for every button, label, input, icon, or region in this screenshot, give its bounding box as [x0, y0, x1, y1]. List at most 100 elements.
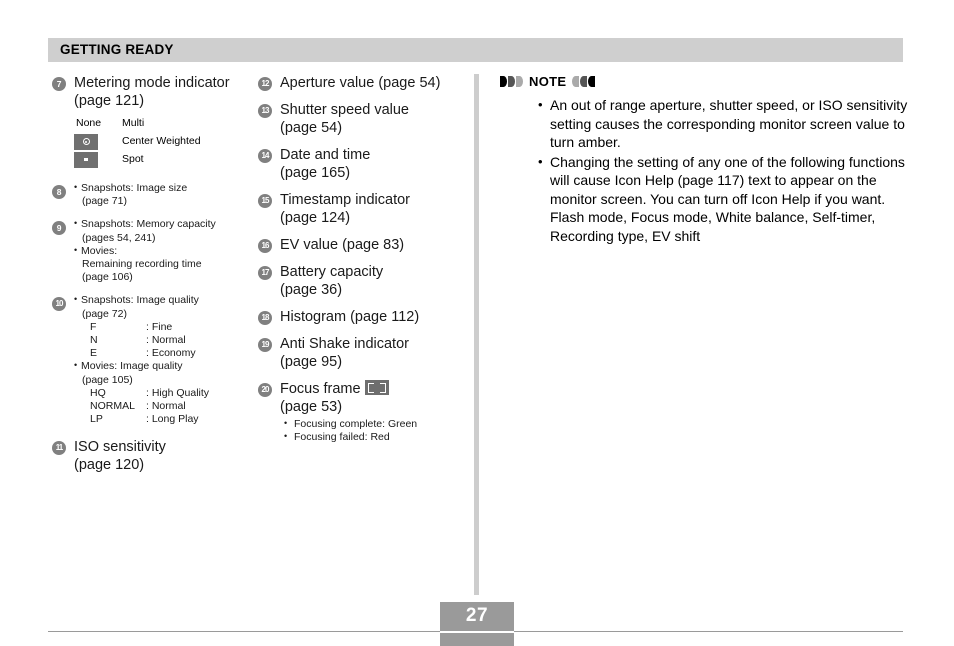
note-body: An out of range aperture, shutter speed,…: [500, 96, 908, 245]
note-panel: NOTE An out of range aperture, shutter s…: [500, 74, 908, 246]
list-item-10: 10 Snapshots: Image quality (page 72) F:…: [52, 293, 257, 426]
list-item-12: 12 Aperture value (page 54): [258, 74, 458, 92]
item-number-badge: 20: [258, 383, 272, 397]
section-header-bar: GETTING READY: [48, 38, 903, 62]
page-reference: (page 165): [280, 165, 351, 181]
page-reference: (page 121): [74, 93, 145, 109]
item-body: Snapshots: Image quality (page 72) F : Fi…: [74, 293, 257, 426]
page-reference: (page 54): [280, 120, 343, 136]
item-body: Snapshots: Memory capacity (pages 54, 24…: [74, 217, 257, 284]
quality-code: NORMAL: [90, 400, 135, 413]
page-reference: (page 36): [280, 282, 343, 298]
quality-code-row: E : Economy: [74, 347, 257, 360]
page-reference: (page 72): [82, 307, 127, 320]
quality-code-row: HQ : High Quality: [74, 387, 257, 400]
note-right-decoration-icon: [572, 76, 596, 87]
bullet-line: Focusing failed: Red: [284, 430, 458, 444]
quality-code: E: [90, 347, 98, 360]
quality-code-row: LP : Long Play: [74, 413, 257, 426]
focus-frame-icon: [364, 380, 389, 395]
item-number-badge: 7: [52, 77, 66, 91]
quality-code-row: NORMAL : Normal: [74, 400, 257, 413]
quality-code: N: [90, 334, 98, 347]
page-reference: (page 124): [280, 210, 351, 226]
item-title: Metering mode indicator (page 121): [74, 75, 230, 109]
metering-mode-table: None Multi Center Weighted Spot: [74, 115, 257, 168]
item-title: EV value (page 83): [280, 237, 405, 253]
item-title: Battery capacity (page 36): [280, 264, 384, 298]
quality-code: HQ: [90, 386, 106, 399]
list-item-16: 16 EV value (page 83): [258, 236, 458, 254]
item-number-badge: 13: [258, 104, 272, 118]
item-number-badge: 11: [52, 441, 66, 456]
item-title: Date and time (page 165): [280, 147, 371, 181]
list-item-17: 17 Battery capacity (page 36): [258, 263, 458, 299]
metering-key-label: None: [76, 117, 102, 129]
note-left-decoration-icon: [500, 76, 523, 87]
item-title: Focus frame (page 53): [280, 380, 458, 416]
item-title: ISO sensitivity (page 120): [74, 439, 166, 474]
bullet-line: Snapshots: Image size: [74, 181, 257, 195]
quality-code-row: F : Fine: [74, 321, 257, 334]
item-number-badge: 15: [258, 194, 272, 208]
item-number-badge: 8: [52, 185, 66, 199]
quality-desc: : Economy: [146, 347, 196, 360]
quality-code: LP: [90, 413, 103, 426]
quality-desc: : Normal: [146, 400, 186, 413]
bullet-line: Snapshots: Image quality: [74, 293, 257, 307]
item-title: Shutter speed value (page 54): [280, 102, 409, 136]
quality-code: F: [90, 320, 97, 333]
page-reference: (pages 54, 241): [82, 231, 156, 244]
left-column: 7 Metering mode indicator (page 121) Non…: [52, 74, 257, 483]
page-reference: (page 95): [280, 354, 343, 370]
item-title: Histogram (page 112): [280, 309, 420, 325]
page-reference: (page 120): [74, 457, 145, 474]
quality-desc: : Fine: [146, 320, 173, 333]
page-number: 27: [465, 605, 489, 626]
metering-mode-label: Spot: [122, 153, 144, 165]
metering-mode-label: Center Weighted: [122, 135, 201, 147]
item-number-badge: 10: [52, 297, 66, 312]
page-reference: (page 106): [82, 271, 133, 284]
item-body: Snapshots: Image size (page 71): [74, 181, 257, 208]
list-item-13: 13 Shutter speed value (page 54): [258, 101, 458, 137]
list-item-18: 18 Histogram (page 112): [258, 308, 458, 326]
note-title: NOTE: [529, 74, 567, 89]
bullet-line: Snapshots: Memory capacity: [74, 217, 257, 231]
list-item-7: 7 Metering mode indicator (page 121) Non…: [52, 74, 257, 168]
focus-frame-notes: Focusing complete: Green Focusing failed…: [280, 417, 458, 444]
metering-row-center-weighted: Center Weighted: [74, 133, 257, 150]
quality-desc: : Long Play: [146, 413, 199, 426]
metering-key: [74, 151, 120, 168]
page-reference: (page 71): [82, 195, 127, 208]
center-weighted-metering-icon: [74, 133, 98, 150]
page-box-rule-gap: [440, 631, 514, 633]
item-title: Aperture value (page 54): [280, 75, 441, 91]
item-title: Anti Shake indicator (page 95): [280, 336, 409, 370]
detail-line: Remaining recording time: [82, 258, 202, 271]
item-number-badge: 16: [258, 239, 272, 253]
item-title: Timestamp indicator (page 124): [280, 192, 411, 226]
page-title: GETTING READY: [60, 42, 174, 57]
bullet-line: Movies: Image quality: [74, 359, 257, 373]
middle-column: 12 Aperture value (page 54) 13 Shutter s…: [258, 74, 458, 453]
quality-desc: : High Quality: [146, 386, 210, 399]
bullet-line: Focusing complete: Green: [284, 417, 458, 431]
item-number-badge: 9: [52, 221, 66, 236]
bullet-line: Movies:: [74, 244, 257, 258]
list-item-15: 15 Timestamp indicator (page 124): [258, 191, 458, 227]
column-divider: [474, 74, 479, 595]
metering-mode-label: Multi: [122, 117, 145, 129]
note-header: NOTE: [500, 74, 908, 89]
metering-key: None: [74, 117, 120, 130]
metering-row-none: None Multi: [74, 115, 257, 132]
list-item-11: 11 ISO sensitivity (page 120): [52, 438, 257, 474]
item-number-badge: 14: [258, 149, 272, 163]
metering-key: [74, 133, 120, 150]
item-number-badge: 19: [258, 338, 272, 352]
quality-code-row: N : Normal: [74, 334, 257, 347]
item-number-badge: 12: [258, 77, 272, 91]
note-item: An out of range aperture, shutter speed,…: [538, 96, 908, 152]
list-item-14: 14 Date and time (page 165): [258, 146, 458, 182]
quality-desc: : Normal: [146, 334, 186, 347]
